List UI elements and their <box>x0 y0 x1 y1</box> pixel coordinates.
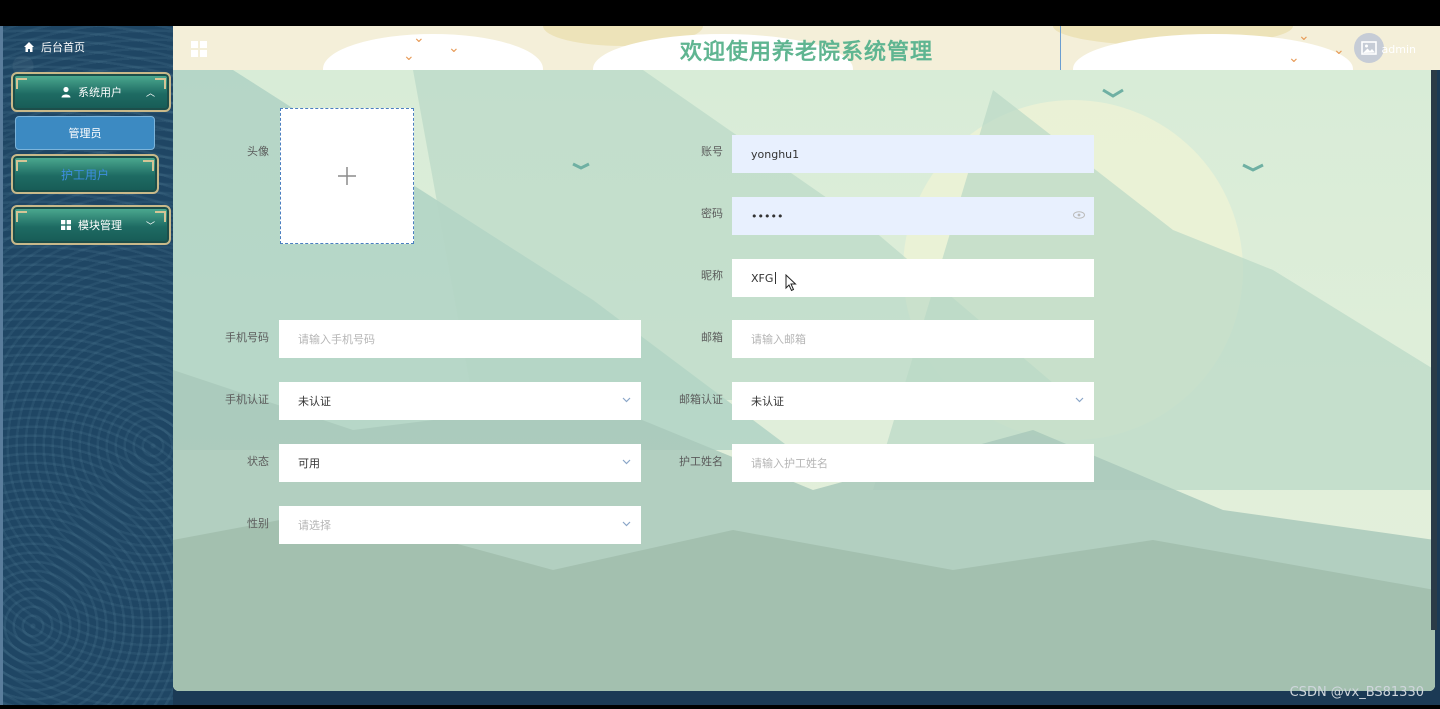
avatar-upload[interactable] <box>280 108 414 244</box>
app-screen: 后台首页 系统用户 ︿ 管理员 护工用户 模块管理 ﹀ ⌄ ⌄ ⌄ ⌄ ⌄ ⌄ <box>0 26 1440 705</box>
email-label: 邮箱 <box>701 331 723 344</box>
nickname-label: 昵称 <box>701 269 723 282</box>
header-divider <box>1060 26 1061 70</box>
avatar-label: 头像 <box>247 145 269 158</box>
nickname-value: XFG <box>751 271 774 285</box>
sidebar-home-label: 后台首页 <box>41 41 85 54</box>
watermark: CSDN @vx_BS81330 <box>1289 685 1424 700</box>
status-select[interactable]: 可用 <box>279 444 641 482</box>
sidebar-item-system-users[interactable]: 系统用户 ︿ <box>11 72 171 112</box>
user-name[interactable]: admin <box>1382 43 1416 56</box>
chevron-down-icon <box>622 459 631 465</box>
avatar[interactable] <box>1354 33 1384 63</box>
sidebar-item-caregiver-users[interactable]: 护工用户 <box>11 154 159 194</box>
password-label: 密码 <box>701 207 723 220</box>
chevron-down-icon <box>622 521 631 527</box>
account-value: yonghu1 <box>751 147 800 161</box>
caregiver-name-input[interactable]: 请输入护工姓名 <box>732 444 1094 482</box>
sidebar-home[interactable]: 后台首页 <box>23 39 85 55</box>
gender-placeholder: 请选择 <box>298 519 331 532</box>
account-input[interactable]: yonghu1 <box>732 135 1094 173</box>
eye-icon[interactable] <box>1073 211 1085 219</box>
chevron-up-icon: ︿ <box>145 89 155 99</box>
chevron-down-icon <box>1075 397 1084 403</box>
phone-input[interactable]: 请输入手机号码 <box>279 320 641 358</box>
sidebar-item-label: 模块管理 <box>78 219 122 232</box>
page-title: 欢迎使用养老院系统管理 <box>679 40 933 65</box>
email-verify-label: 邮箱认证 <box>679 393 723 406</box>
phone-placeholder: 请输入手机号码 <box>298 333 375 346</box>
user-icon <box>61 86 71 98</box>
phone-label: 手机号码 <box>225 331 269 344</box>
plus-icon <box>338 167 356 185</box>
gender-label: 性别 <box>247 517 269 530</box>
email-input[interactable]: 请输入邮箱 <box>732 320 1094 358</box>
sidebar-subitem-admin[interactable]: 管理员 <box>15 116 155 150</box>
vertical-scrollbar[interactable] <box>1431 70 1437 630</box>
sidebar-item-label: 护工用户 <box>60 167 109 182</box>
phone-verify-value: 未认证 <box>298 395 331 408</box>
main-content: 头像 账号 yonghu1 密码 ••••• 昵称 XFG 手机号码 请输入手机… <box>173 70 1435 691</box>
caregiver-name-label: 护工姓名 <box>679 455 723 468</box>
sidebar: 后台首页 系统用户 ︿ 管理员 护工用户 模块管理 ﹀ <box>0 26 173 705</box>
image-icon <box>1361 41 1377 55</box>
mouse-pointer-icon <box>785 274 797 292</box>
password-input[interactable]: ••••• <box>732 197 1094 235</box>
status-value: 可用 <box>298 457 320 470</box>
top-header: ⌄ ⌄ ⌄ ⌄ ⌄ ⌄ 欢迎使用养老院系统管理 admin <box>173 26 1440 70</box>
home-icon <box>24 42 34 52</box>
grid-icon <box>61 220 71 230</box>
chevron-down-icon <box>622 397 631 403</box>
sidebar-item-label: 系统用户 <box>78 86 122 99</box>
account-label: 账号 <box>701 145 723 158</box>
email-verify-value: 未认证 <box>751 395 784 408</box>
text-caret <box>775 272 777 284</box>
gender-select[interactable]: 请选择 <box>279 506 641 544</box>
email-verify-select[interactable]: 未认证 <box>732 382 1094 420</box>
status-label: 状态 <box>247 455 269 468</box>
password-value: ••••• <box>751 209 784 223</box>
sidebar-subitem-label: 管理员 <box>68 127 102 140</box>
phone-verify-select[interactable]: 未认证 <box>279 382 641 420</box>
phone-verify-label: 手机认证 <box>225 393 269 406</box>
caregiver-name-placeholder: 请输入护工姓名 <box>751 457 828 470</box>
chevron-down-icon: ﹀ <box>145 222 155 232</box>
email-placeholder: 请输入邮箱 <box>751 333 806 346</box>
sidebar-item-module-management[interactable]: 模块管理 ﹀ <box>11 205 171 245</box>
